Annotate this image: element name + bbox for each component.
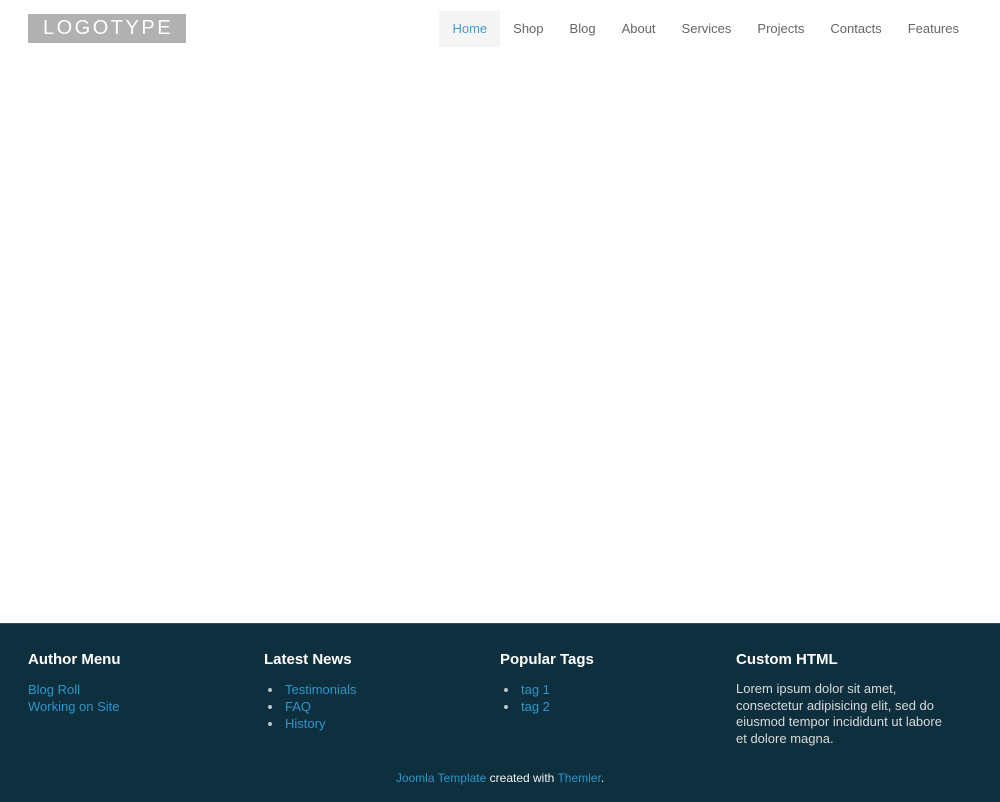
- footer-link-tag-2[interactable]: tag 2: [521, 699, 550, 714]
- footer-heading-author-menu: Author Menu: [28, 651, 121, 668]
- list-item: History: [283, 715, 480, 732]
- list-item: tag 1: [519, 681, 716, 698]
- latest-news-list: Testimonials FAQ History: [264, 681, 480, 732]
- joomla-template-link[interactable]: Joomla Template: [396, 771, 487, 785]
- list-item: Working on Site: [28, 698, 244, 715]
- site-logo[interactable]: LOGOTYPE: [28, 14, 187, 43]
- nav-item-about[interactable]: About: [609, 11, 669, 47]
- themler-link[interactable]: Themler: [557, 771, 600, 785]
- custom-html-text: Lorem ipsum dolor sit amet, consectetur …: [736, 681, 942, 746]
- footer-link-faq[interactable]: FAQ: [285, 699, 311, 714]
- popular-tags-list: tag 1 tag 2: [500, 681, 716, 715]
- footer-col-latest-news: Latest News Testimonials FAQ History: [264, 652, 500, 747]
- credit-text: created with: [486, 771, 558, 785]
- footer-heading-popular-tags: Popular Tags: [500, 651, 594, 668]
- footer-col-author-menu: Author Menu Blog Roll Working on Site: [28, 652, 264, 747]
- footer-columns: Author Menu Blog Roll Working on Site La…: [28, 652, 972, 747]
- nav-item-home[interactable]: Home: [439, 11, 501, 47]
- footer-heading-custom-html: Custom HTML: [736, 651, 838, 668]
- list-item: Testimonials: [283, 681, 480, 698]
- nav-item-projects[interactable]: Projects: [744, 11, 817, 47]
- footer-link-blog-roll[interactable]: Blog Roll: [28, 682, 80, 697]
- nav-item-shop[interactable]: Shop: [500, 11, 556, 47]
- nav-item-services[interactable]: Services: [669, 11, 745, 47]
- author-menu-list: Blog Roll Working on Site: [28, 681, 244, 715]
- footer-link-history[interactable]: History: [285, 716, 325, 731]
- credit-period: .: [600, 771, 605, 785]
- site-header: LOGOTYPE Home Shop Blog About Services P…: [0, 0, 1000, 60]
- nav-item-contacts[interactable]: Contacts: [817, 11, 894, 47]
- footer-link-working-on-site[interactable]: Working on Site: [28, 699, 120, 714]
- list-item: FAQ: [283, 698, 480, 715]
- footer-link-testimonials[interactable]: Testimonials: [285, 682, 357, 697]
- footer-credit: Joomla Template created with Themler.: [0, 771, 1000, 785]
- footer-col-popular-tags: Popular Tags tag 1 tag 2: [500, 652, 736, 747]
- footer-link-tag-1[interactable]: tag 1: [521, 682, 550, 697]
- main-nav: Home Shop Blog About Services Projects C…: [439, 11, 972, 47]
- list-item: tag 2: [519, 698, 716, 715]
- footer-col-custom-html: Custom HTML Lorem ipsum dolor sit amet, …: [736, 652, 972, 747]
- list-item: Blog Roll: [28, 681, 244, 698]
- footer-heading-latest-news: Latest News: [264, 651, 352, 668]
- nav-item-blog[interactable]: Blog: [557, 11, 609, 47]
- site-footer: Author Menu Blog Roll Working on Site La…: [0, 623, 1000, 802]
- main-content: [0, 60, 1000, 623]
- nav-item-features[interactable]: Features: [895, 11, 972, 47]
